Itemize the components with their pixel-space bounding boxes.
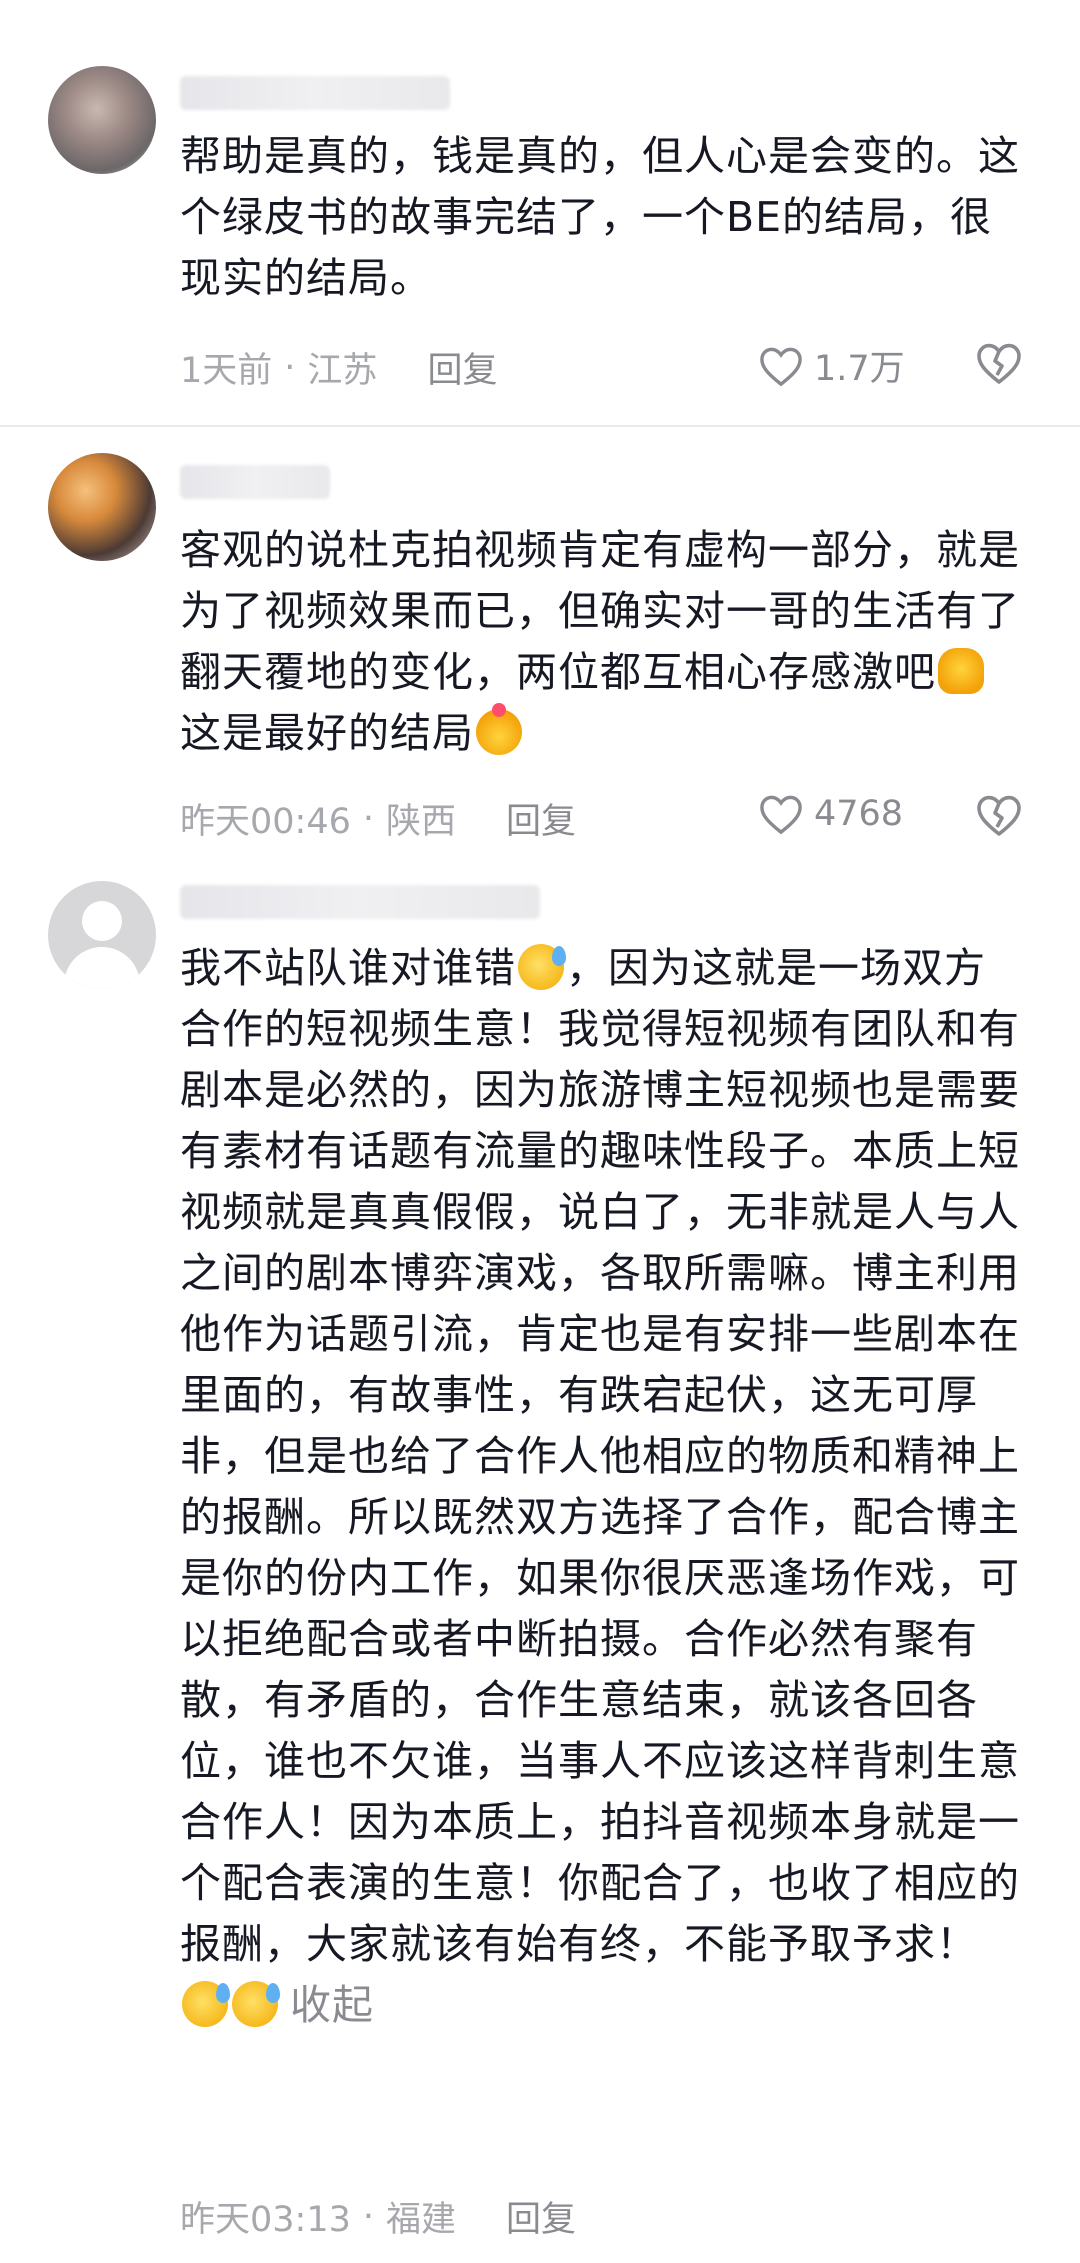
sweat-smile-emoji (232, 1981, 280, 2027)
meta-separator: · (362, 2196, 375, 2237)
sweat-smile-emoji (182, 1981, 230, 2027)
meta-separator: · (362, 798, 375, 839)
heart-icon (760, 795, 802, 835)
like-button[interactable]: 4768 (758, 793, 903, 835)
reply-button[interactable]: 回复 (506, 2191, 576, 2242)
collapse-button[interactable]: 收起 (290, 1981, 374, 2029)
username-blurred[interactable] (180, 76, 450, 110)
avatar[interactable] (48, 453, 156, 561)
heart-icon (760, 347, 802, 386)
broken-heart-icon[interactable] (975, 793, 1023, 837)
avatar-head-shape (82, 901, 122, 941)
comment-item: 客观的说杜克拍视频肯定有虚构一部分，就是为了视频效果而已，但确实对一哥的生活有了… (0, 427, 1080, 857)
like-count: 4768 (814, 794, 904, 834)
comment-text: 帮助是真的，钱是真的，但人心是会变的。这个绿皮书的故事完结了，一个BE的结局，很… (180, 132, 1020, 302)
avatar-body-shape (64, 947, 140, 989)
username-blurred[interactable] (180, 465, 330, 499)
comment-text-part: ，因为这就是一场双方合作的短视频生意！我觉得短视频有团队和有剧本是必然的，因为旅… (180, 944, 1020, 1968)
meta-separator: · (284, 347, 296, 388)
like-count: 1.7万 (814, 349, 905, 389)
comment-time: 1天前 (180, 351, 273, 391)
comment-text-part: 客观的说杜克拍视频肯定有虚构一部分，就是为了视频效果而已，但确实对一哥的生活有了… (180, 526, 1020, 696)
comment-text-part: 这是最好的结局 (180, 709, 474, 757)
broken-heart-icon[interactable] (975, 341, 1023, 385)
comment-time: 昨天00:46 (180, 802, 351, 842)
comment-item: 我不站队谁对谁错 ，因为这就是一场双方合作的短视频生意！我觉得短视频有团队和有剧本… (0, 860, 1080, 2263)
comment-location: 陕西 (386, 802, 457, 842)
avatar[interactable] (48, 66, 156, 174)
like-button[interactable]: 1.7万 (758, 340, 905, 391)
reply-button[interactable]: 回复 (427, 342, 497, 393)
avatar-default[interactable] (48, 881, 156, 989)
finger-heart-emoji (476, 703, 522, 755)
comment-meta: 1天前 · 江苏 回复 (180, 342, 497, 393)
comment-text: 我不站队谁对谁错 ，因为这就是一场双方合作的短视频生意！我觉得短视频有团队和有剧本… (180, 938, 1020, 2036)
comment-meta: 昨天00:46 · 陕西 回复 (180, 793, 576, 844)
comment-text: 客观的说杜克拍视频肯定有虚构一部分，就是为了视频效果而已，但确实对一哥的生活有了… (180, 520, 1020, 764)
comment-meta: 昨天03:13 · 福建 回复 (180, 2191, 576, 2242)
comment-location: 福建 (386, 2200, 457, 2240)
comment-location: 江苏 (307, 351, 378, 391)
reply-button[interactable]: 回复 (506, 793, 576, 844)
comment-item: 帮助是真的，钱是真的，但人心是会变的。这个绿皮书的故事完结了，一个BE的结局，很… (0, 0, 1080, 425)
comment-text-part: 我不站队谁对谁错 (180, 944, 516, 992)
sweat-smile-emoji (518, 944, 566, 990)
thumbs-up-emoji (938, 648, 984, 694)
comment-time: 昨天03:13 (180, 2200, 351, 2240)
username-blurred[interactable] (180, 885, 540, 919)
